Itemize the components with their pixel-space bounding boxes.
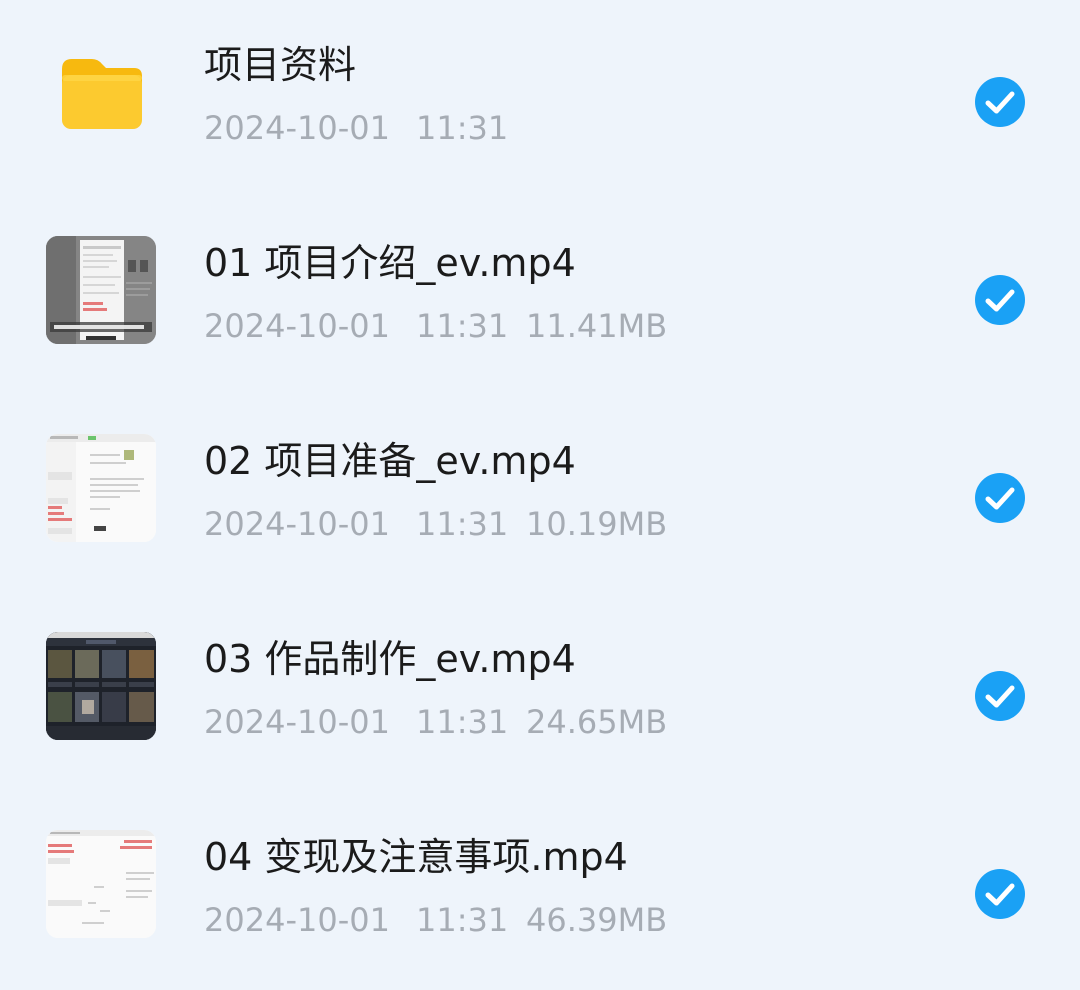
check-circle-icon[interactable] (975, 671, 1025, 721)
file-name: 03 作品制作_ev.mp4 (204, 637, 576, 681)
file-date: 2024-10-01 (204, 505, 390, 543)
video-thumbnail (46, 632, 156, 740)
file-meta: 2024-10-01 11:31 11.41MB (204, 310, 667, 342)
file-name: 01 项目介绍_ev.mp4 (204, 241, 576, 285)
check-circle-icon[interactable] (975, 473, 1025, 523)
file-meta: 2024-10-01 11:31 46.39MB (204, 904, 667, 936)
file-item-video[interactable]: 02 项目准备_ev.mp4 2024-10-01 11:31 10.19MB (0, 396, 1080, 586)
file-size: 10.19MB (526, 505, 668, 543)
video-thumbnail (46, 236, 156, 344)
file-item-video[interactable]: 04 变现及注意事项.mp4 2024-10-01 11:31 46.39MB (0, 792, 1080, 982)
file-time: 11:31 (416, 307, 509, 345)
file-size: 24.65MB (526, 703, 668, 741)
file-name: 项目资料 (204, 43, 357, 87)
file-name: 04 变现及注意事项.mp4 (204, 835, 628, 879)
file-item-video[interactable]: 01 项目介绍_ev.mp4 2024-10-01 11:31 11.41MB (0, 198, 1080, 388)
check-circle-icon[interactable] (975, 77, 1025, 127)
video-thumbnail (46, 830, 156, 938)
folder-icon (58, 55, 146, 133)
file-list: 项目资料 2024-10-01 11:31 01 项目介绍_ev.mp4 202… (0, 0, 1080, 990)
file-date: 2024-10-01 (204, 307, 390, 345)
video-thumbnail (46, 434, 156, 542)
file-time: 11:31 (416, 901, 509, 939)
file-time: 11:31 (416, 703, 509, 741)
file-name: 02 项目准备_ev.mp4 (204, 439, 576, 483)
file-meta: 2024-10-01 11:31 10.19MB (204, 508, 667, 540)
file-item-video[interactable]: 03 作品制作_ev.mp4 2024-10-01 11:31 24.65MB (0, 594, 1080, 784)
file-size: 11.41MB (526, 307, 668, 345)
file-item-folder[interactable]: 项目资料 2024-10-01 11:31 (0, 0, 1080, 190)
file-meta: 2024-10-01 11:31 (204, 112, 526, 144)
check-circle-icon[interactable] (975, 275, 1025, 325)
file-date: 2024-10-01 (204, 901, 390, 939)
file-time: 11:31 (416, 505, 509, 543)
file-date: 2024-10-01 (204, 109, 390, 147)
file-size: 46.39MB (526, 901, 668, 939)
file-meta: 2024-10-01 11:31 24.65MB (204, 706, 667, 738)
file-time: 11:31 (416, 109, 509, 147)
check-circle-icon[interactable] (975, 869, 1025, 919)
file-date: 2024-10-01 (204, 703, 390, 741)
